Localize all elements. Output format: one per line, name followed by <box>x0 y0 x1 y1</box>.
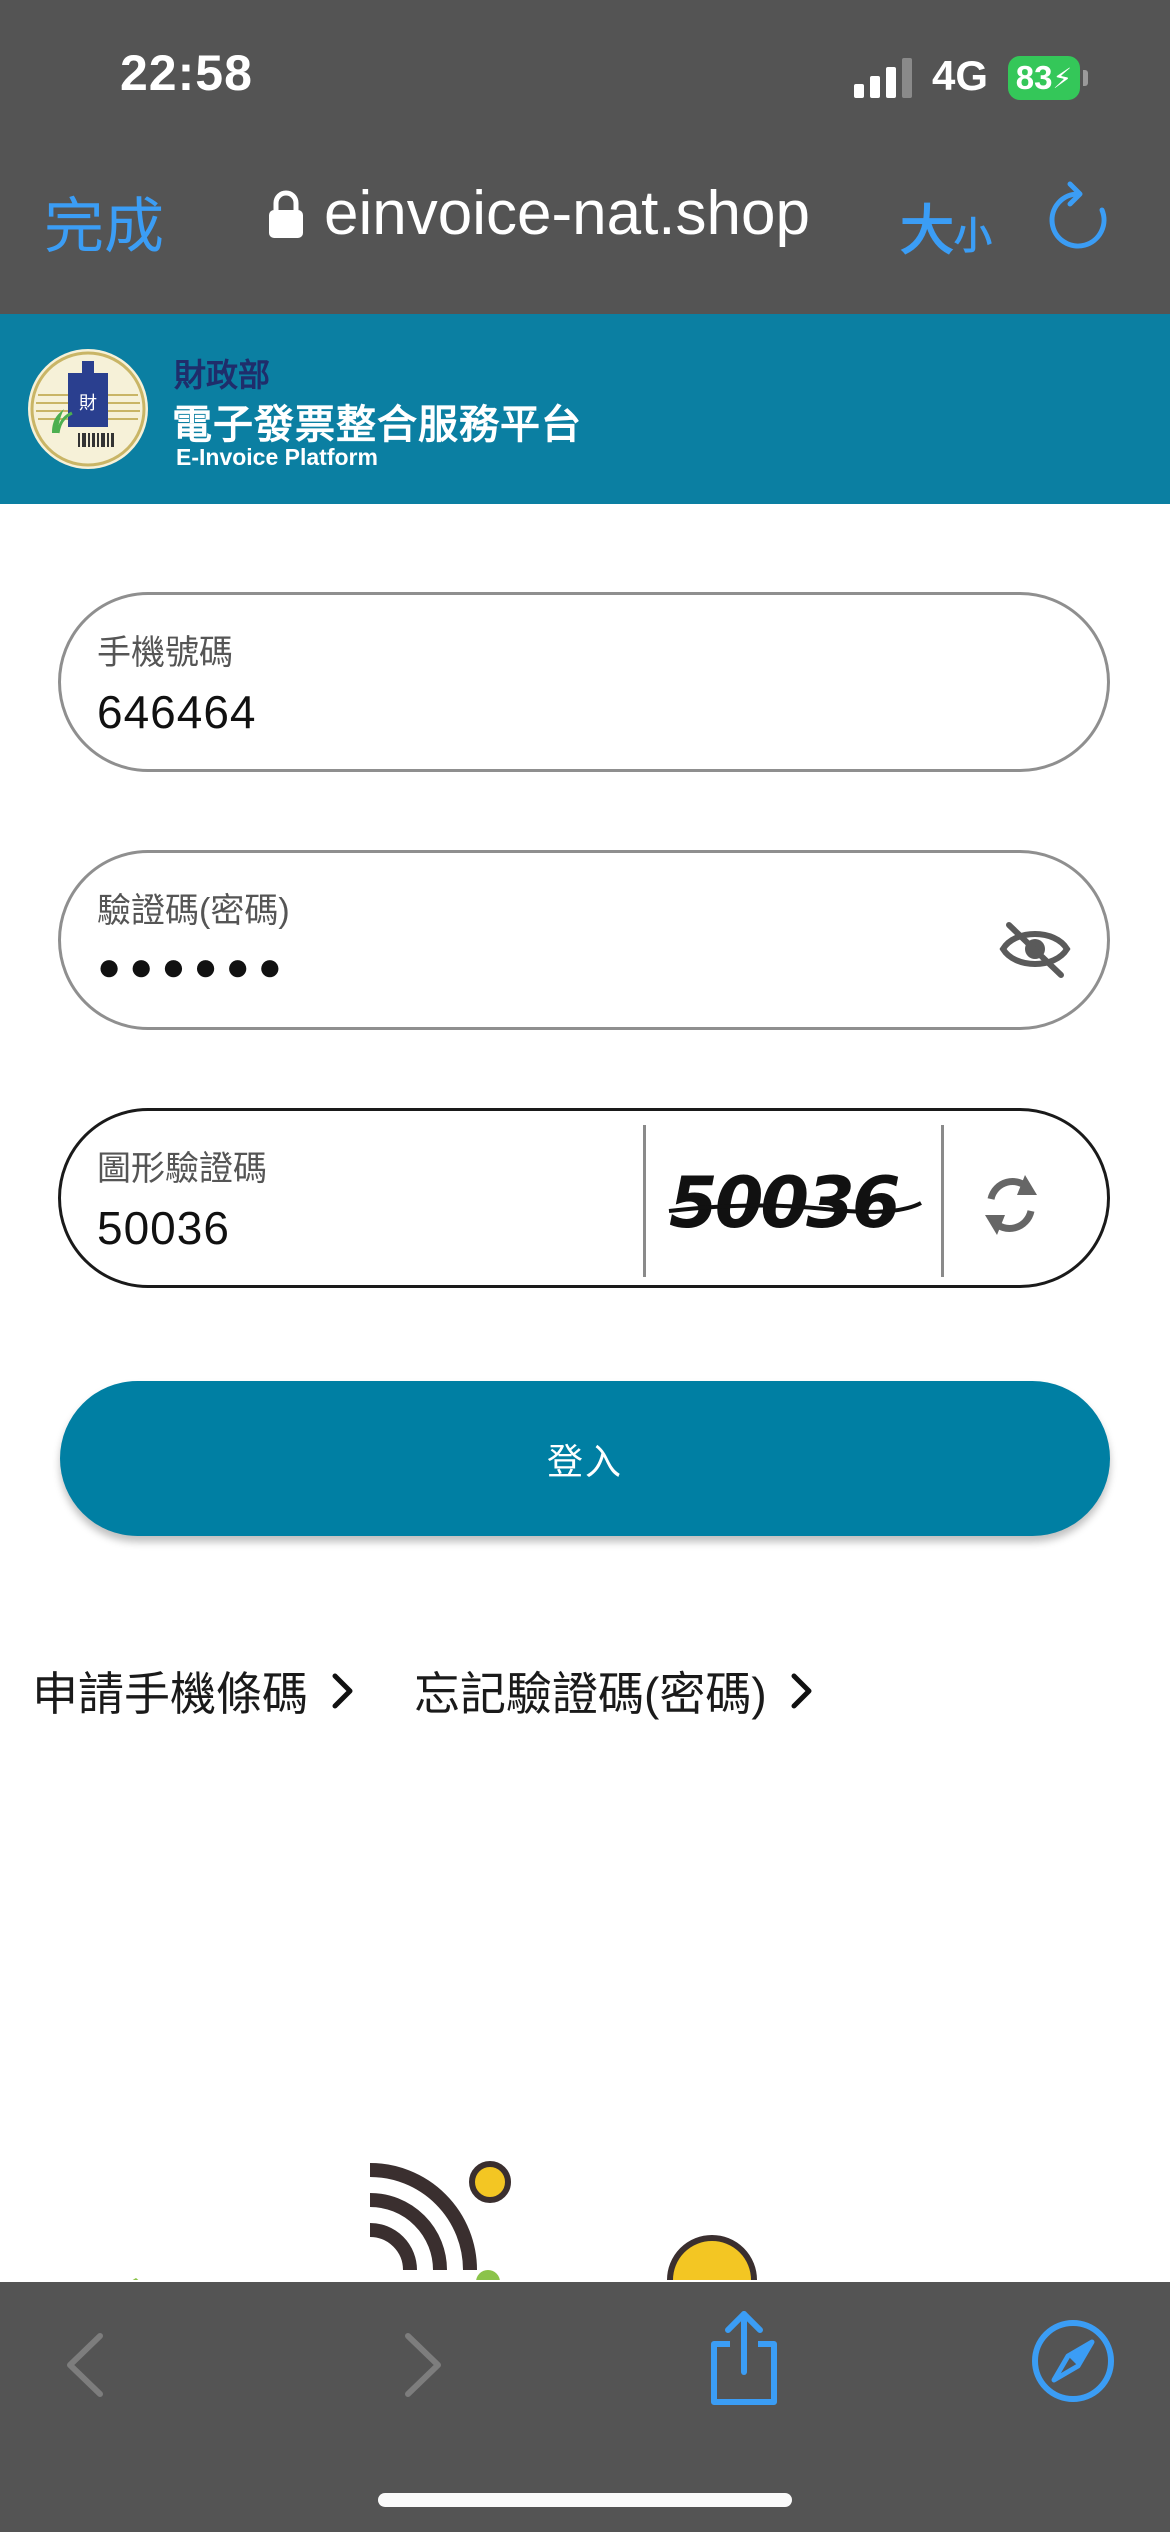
password-field[interactable]: 驗證碼(密碼) ●●●●●● <box>58 850 1110 1030</box>
captcha-divider <box>643 1125 646 1277</box>
forgot-password-label: 忘記驗證碼(密碼) <box>414 1668 767 1720</box>
captcha-input[interactable]: 50036 <box>97 1201 230 1255</box>
battery-icon: 83 ⚡ <box>1008 56 1088 100</box>
text-size-button[interactable]: 大小 <box>900 186 992 265</box>
apply-barcode-label: 申請手機條碼 <box>32 1668 308 1720</box>
compass-icon[interactable] <box>1030 2318 1116 2404</box>
lock-icon <box>269 190 303 238</box>
help-links: 申請手機條碼 忘記驗證碼(密碼) <box>32 1658 873 1724</box>
phone-label: 手機號碼 <box>97 634 233 672</box>
address-bar[interactable]: einvoice-nat.shop <box>268 178 810 249</box>
network-type: 4G <box>932 52 989 99</box>
password-input[interactable]: ●●●●●● <box>97 945 290 990</box>
home-indicator <box>378 2493 792 2507</box>
back-icon[interactable] <box>60 2330 110 2400</box>
captcha-image-text: 50036 <box>669 1162 899 1244</box>
password-label: 驗證碼(密碼) <box>97 892 290 930</box>
browser-top-bar: 22:58 4G 83 ⚡ 完成 einvoice-nat.shop 大小 <box>0 0 1170 314</box>
page-url: einvoice-nat.shop <box>324 179 810 248</box>
platform-title-en: E-Invoice Platform <box>176 444 378 470</box>
forgot-password-link[interactable]: 忘記驗證碼(密碼) <box>414 1658 815 1724</box>
captcha-divider <box>941 1125 944 1277</box>
ministry-name: 財政部 <box>174 356 271 394</box>
captcha-image: 50036 <box>668 1162 922 1244</box>
done-button[interactable]: 完成 <box>44 178 164 265</box>
forward-icon[interactable] <box>398 2330 448 2400</box>
share-icon[interactable] <box>706 2308 782 2408</box>
refresh-icon[interactable] <box>975 1169 1047 1241</box>
apply-barcode-link[interactable]: 申請手機條碼 <box>32 1658 356 1724</box>
phone-input[interactable]: 646464 <box>97 685 257 739</box>
phone-field[interactable]: 手機號碼 646464 <box>58 592 1110 772</box>
reload-icon[interactable] <box>1044 180 1112 254</box>
eye-off-icon[interactable] <box>999 919 1071 979</box>
svg-text:財: 財 <box>79 393 97 414</box>
ministry-logo: 財 <box>28 349 148 469</box>
login-button[interactable]: 登入 <box>60 1381 1110 1536</box>
text-size-small: 小 <box>954 216 993 258</box>
text-size-big: 大 <box>900 201 954 261</box>
platform-title: 電子發票整合服務平台 <box>172 403 582 447</box>
battery-level: 83 <box>1015 59 1053 96</box>
chevron-right-icon <box>332 1673 353 1709</box>
captcha-label: 圖形驗證碼 <box>97 1150 267 1188</box>
chevron-right-icon <box>791 1673 812 1709</box>
signal-icon <box>854 58 912 98</box>
decorative-illustration <box>132 2161 757 2280</box>
status-time: 22:58 <box>120 45 253 101</box>
captcha-field[interactable]: 圖形驗證碼 50036 50036 <box>58 1108 1110 1288</box>
